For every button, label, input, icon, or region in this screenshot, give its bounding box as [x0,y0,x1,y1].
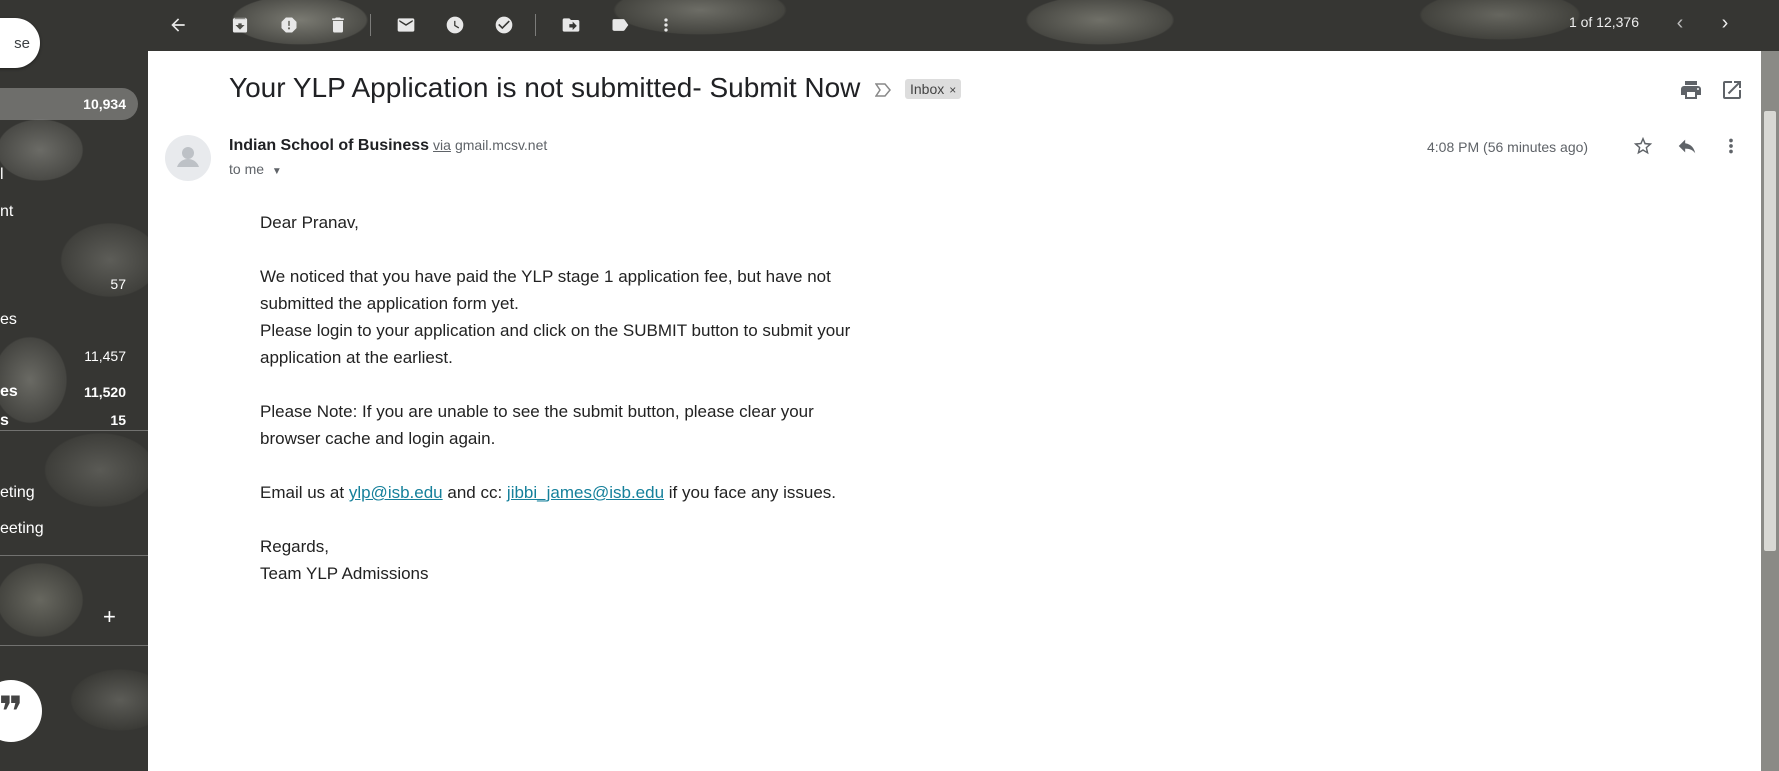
newer-icon[interactable]: ‹ [1668,12,1692,36]
reply-icon[interactable] [1676,135,1702,161]
sidebar-item-label: eeting [0,520,44,537]
sidebar-item-label: eting [0,484,35,501]
report-spam-icon[interactable] [276,12,302,38]
sender-name[interactable]: Indian School of Business [229,137,429,154]
scrollbar-thumb[interactable] [1764,111,1776,551]
print-icon[interactable] [1679,78,1703,102]
delete-icon[interactable] [325,12,351,38]
email-timestamp: 4:08 PM (56 minutes ago) [1427,139,1589,155]
mark-unread-icon[interactable] [393,12,419,38]
email-signoff: Regards, [260,537,329,556]
sidebar-item-count: 15 [110,412,126,428]
email-paragraph: Please login to your application and cli… [260,321,851,367]
sidebar-item-label: nt [0,203,14,220]
sidebar-item-social[interactable]: 11,457 [0,340,138,372]
sidebar-item-updates[interactable]: es 11,520 [0,376,138,408]
email-paragraph: Please Note: If you are unable to see th… [260,402,814,448]
archive-icon[interactable] [227,12,253,38]
email-greeting: Dear Pranav, [260,213,359,232]
compose-button[interactable]: se [0,18,40,68]
hangouts-icon[interactable]: ❞ [0,680,42,742]
scrollbar[interactable] [1761,51,1779,771]
sidebar-divider [0,555,148,556]
email-link-cc[interactable]: jibbi_james@isb.edu [507,483,664,502]
recipient-label: to me [229,161,265,177]
add-hangout-button[interactable]: + [103,604,116,630]
sidebar-item-meeting[interactable]: eting [0,477,138,509]
toolbar-divider [370,14,371,36]
sidebar-item-count: 57 [110,276,126,292]
contact-prefix: Email us at [260,483,345,502]
label-icon[interactable] [607,12,633,38]
email-link-ylp[interactable]: ylp@isb.edu [349,483,443,502]
more-icon[interactable] [653,12,679,38]
hangouts-glyph: ❞ [0,687,24,735]
sidebar: se 10,934 l nt 57 es 11,457 es 11,520 s … [0,0,148,771]
sidebar-item-drafts[interactable]: 57 [0,268,138,300]
sidebar-item-snoozed[interactable]: l [0,159,138,191]
message-toolbar: 1 of 12,376 ‹ › [148,0,1779,50]
sidebar-item-label: s [0,412,9,428]
chevron-down-icon: ▼ [271,166,282,177]
toolbar-divider [535,14,536,36]
sidebar-divider [0,430,148,431]
message-panel: Your YLP Application is not submitted- S… [148,51,1761,771]
open-in-new-window-icon[interactable] [1720,78,1744,102]
back-icon[interactable] [165,12,191,38]
inbox-label-chip: Inbox × [905,79,962,99]
move-to-icon[interactable] [558,12,584,38]
sidebar-item-inbox[interactable]: 10,934 [0,88,138,120]
inbox-label-text: Inbox [910,81,945,97]
email-body: Dear Pranav, We noticed that you have pa… [260,209,860,614]
sidebar-item-label: l [0,166,4,183]
add-task-icon[interactable] [491,12,517,38]
sidebar-item-categories[interactable]: es [0,304,138,336]
remove-label-icon[interactable]: × [949,83,956,97]
older-icon[interactable]: › [1713,12,1737,36]
sidebar-item-count: 11,520 [83,384,126,400]
sidebar-item-label: es [0,311,17,328]
pagination-count: 1 of 12,376 [1568,14,1639,30]
sender-domain: gmail.mcsv.net [454,137,548,153]
more-options-icon[interactable] [1720,135,1746,161]
via-link[interactable]: via [433,137,451,153]
sidebar-item-forums[interactable]: s 15 [0,412,138,428]
sidebar-divider [0,645,148,646]
sidebar-item-count: 11,457 [84,348,126,364]
email-contact-line: Email us at ylp@isb.edu and cc: jibbi_ja… [260,479,860,506]
importance-marker-icon[interactable] [875,83,891,97]
sidebar-item-label: es [0,383,18,400]
recipient-details-toggle[interactable]: to me ▼ [229,161,282,177]
sidebar-item-count: 10,934 [83,96,126,112]
contact-suffix: if you face any issues. [668,483,837,502]
star-icon[interactable] [1632,135,1658,161]
contact-mid: and cc: [447,483,503,502]
email-subject: Your YLP Application is not submitted- S… [229,72,861,103]
email-signature: Team YLP Admissions [260,564,429,583]
sidebar-item-important[interactable]: nt [0,196,138,228]
snooze-icon[interactable] [442,12,468,38]
sender-line: Indian School of Business via gmail.mcsv.n… [229,137,547,155]
sender-avatar[interactable] [165,135,211,181]
sidebar-item-join-meeting[interactable]: eeting [0,513,138,545]
compose-label: se [14,34,30,52]
email-paragraph: We noticed that you have paid the YLP st… [260,267,831,313]
